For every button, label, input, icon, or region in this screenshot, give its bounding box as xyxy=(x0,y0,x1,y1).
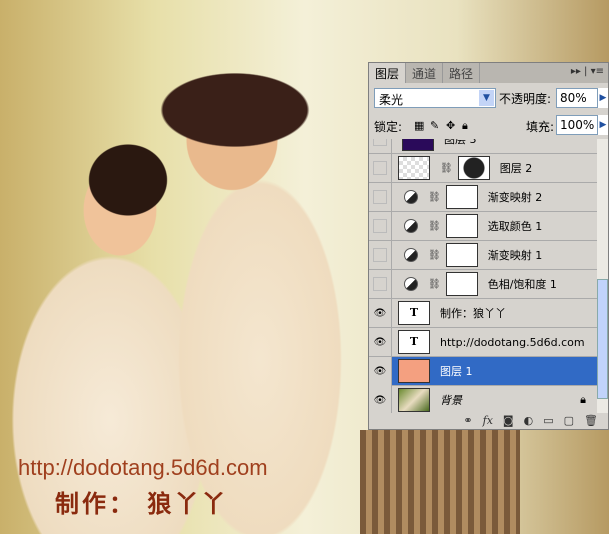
add-mask-icon[interactable]: ◙ xyxy=(503,414,514,427)
eye-icon[interactable]: 👁︎ xyxy=(369,298,392,328)
layer-row[interactable]: ⛓ 选取颜色 1 xyxy=(369,211,598,241)
lock-label: 锁定: xyxy=(374,120,403,134)
visibility-toggle[interactable] xyxy=(373,219,387,233)
layer-name: 图层 2 xyxy=(499,162,533,175)
lock-transparency-icon[interactable]: ▦ xyxy=(414,119,424,132)
adjustment-layer-icon[interactable]: ◐ xyxy=(524,414,534,427)
layers-panel: 图层 通道 路径 ▸▸ | ▾≡ 柔光 ▼ 不透明度: 80% ▶ 锁定: ▦ ✎… xyxy=(368,62,609,430)
background-fence xyxy=(360,430,520,534)
layer-row[interactable]: 👁︎ 背景 🔒︎ xyxy=(369,385,598,413)
visibility-toggle[interactable] xyxy=(373,161,387,175)
text-layer-thumbnail: T xyxy=(398,330,430,354)
layer-row[interactable]: 👁︎ T 制作：狼丫丫 xyxy=(369,298,598,328)
opacity-slider-arrow-icon[interactable]: ▶ xyxy=(598,88,608,108)
link-icon: ⛓ xyxy=(440,162,453,174)
layer-mask-thumbnail xyxy=(445,272,478,296)
tab-channels[interactable]: 通道 xyxy=(406,63,444,83)
new-group-icon[interactable]: ▭ xyxy=(543,414,553,427)
new-layer-icon[interactable]: ▢ xyxy=(564,414,574,427)
chevron-down-icon: ▼ xyxy=(479,90,494,106)
layers-list: 图层 3 ⛓ 图层 2 ⛓ 渐变映射 2 ⛓ 选取颜色 1 ⛓ 渐变映射 1 ⛓ 色相/饱… xyxy=(369,139,598,413)
link-icon: ⛓ xyxy=(428,249,441,261)
adjustment-layer-icon xyxy=(404,277,418,291)
visibility-toggle[interactable] xyxy=(373,190,387,204)
layer-name: 背景 xyxy=(440,394,462,407)
visibility-toggle[interactable] xyxy=(373,139,387,146)
layer-mask-thumbnail xyxy=(457,156,490,180)
blend-mode-value: 柔光 xyxy=(379,93,404,107)
text-layer-thumbnail: T xyxy=(398,301,430,325)
scrollbar-thumb[interactable] xyxy=(597,279,608,399)
fill-label: 填充: xyxy=(526,120,555,134)
link-layers-icon[interactable]: ⚭ xyxy=(463,414,472,427)
eye-icon[interactable]: 👁︎ xyxy=(369,385,392,413)
trash-icon[interactable]: 🗑︎ xyxy=(584,414,598,427)
layer-name: 色相/饱和度 1 xyxy=(487,278,557,291)
layer-thumbnail xyxy=(398,359,430,383)
layer-row[interactable]: ⛓ 图层 2 xyxy=(369,153,598,183)
layer-row[interactable]: 图层 3 xyxy=(369,139,598,154)
layer-name: 渐变映射 1 xyxy=(487,249,543,262)
adjustment-layer-icon xyxy=(404,219,418,233)
adjustment-layer-icon xyxy=(404,190,418,204)
tab-paths[interactable]: 路径 xyxy=(443,63,481,83)
link-icon: ⛓ xyxy=(428,278,441,290)
opacity-input[interactable]: 80% xyxy=(556,88,598,108)
layer-thumbnail xyxy=(402,139,434,151)
eye-icon[interactable]: 👁︎ xyxy=(369,356,392,386)
layer-name: 制作：狼丫丫 xyxy=(440,307,506,320)
layer-row[interactable]: ⛓ 渐变映射 1 xyxy=(369,240,598,270)
lock-move-icon[interactable]: ✥ xyxy=(446,119,455,132)
layer-mask-thumbnail xyxy=(445,185,478,209)
layer-name: 图层 3 xyxy=(444,139,477,146)
layer-mask-thumbnail xyxy=(445,243,478,267)
watermark-author: 制作： 狼丫丫 xyxy=(55,490,229,518)
layer-mask-thumbnail xyxy=(445,214,478,238)
layer-name: http://dodotang.5d6d.com xyxy=(440,335,585,349)
lock-paint-icon[interactable]: ✎ xyxy=(430,119,439,132)
watermark-url: http://dodotang.5d6d.com xyxy=(18,455,268,480)
fill-slider-arrow-icon[interactable]: ▶ xyxy=(598,115,608,135)
tab-layers[interactable]: 图层 xyxy=(369,63,407,83)
visibility-toggle[interactable] xyxy=(373,248,387,262)
link-icon: ⛓ xyxy=(428,191,441,203)
layer-thumbnail xyxy=(398,388,430,412)
layer-row-selected[interactable]: 👁︎ 图层 1 xyxy=(369,356,598,386)
layer-name: 图层 1 xyxy=(440,365,473,378)
layer-name: 渐变映射 2 xyxy=(487,191,543,204)
lock-all-icon[interactable]: 🔒︎ xyxy=(462,119,468,133)
link-icon: ⛓ xyxy=(428,220,441,232)
layer-row[interactable]: ⛓ 渐变映射 2 xyxy=(369,182,598,212)
fill-input[interactable]: 100% xyxy=(556,115,598,135)
layers-scrollbar[interactable] xyxy=(597,139,608,413)
blend-mode-select[interactable]: 柔光 ▼ xyxy=(374,88,496,108)
layer-thumbnail xyxy=(398,156,430,180)
layer-row[interactable]: ⛓ 色相/饱和度 1 xyxy=(369,269,598,299)
visibility-toggle[interactable] xyxy=(373,277,387,291)
opacity-label: 不透明度: xyxy=(499,92,552,106)
eye-icon[interactable]: 👁︎ xyxy=(369,327,392,357)
fx-icon[interactable]: fx xyxy=(483,414,493,427)
adjustment-layer-icon xyxy=(404,248,418,262)
panel-menu-icon[interactable]: ▸▸ | ▾≡ xyxy=(571,66,604,77)
lock-icon: 🔒︎ xyxy=(580,393,586,406)
layer-row[interactable]: 👁︎ Thttp://dodotang.5d6d.com xyxy=(369,327,598,357)
layer-name: 选取颜色 1 xyxy=(487,220,543,233)
